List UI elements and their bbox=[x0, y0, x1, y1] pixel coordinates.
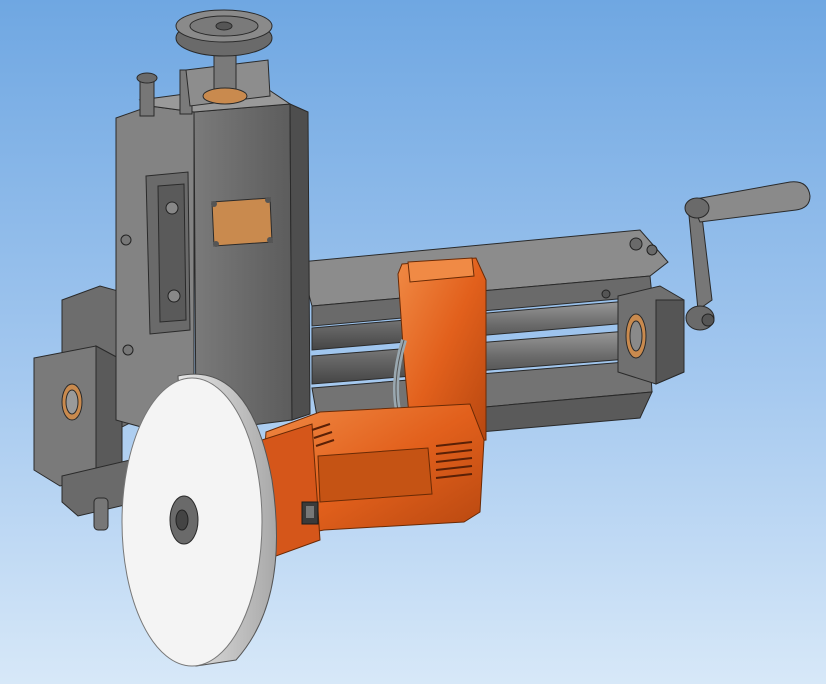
cad-viewport bbox=[0, 0, 826, 684]
cad-assembly-drawing bbox=[33, 9, 811, 667]
grinding-disc-icon bbox=[121, 373, 277, 667]
vertical-column-housing-icon bbox=[115, 59, 311, 433]
crank-handle-icon bbox=[684, 181, 811, 331]
